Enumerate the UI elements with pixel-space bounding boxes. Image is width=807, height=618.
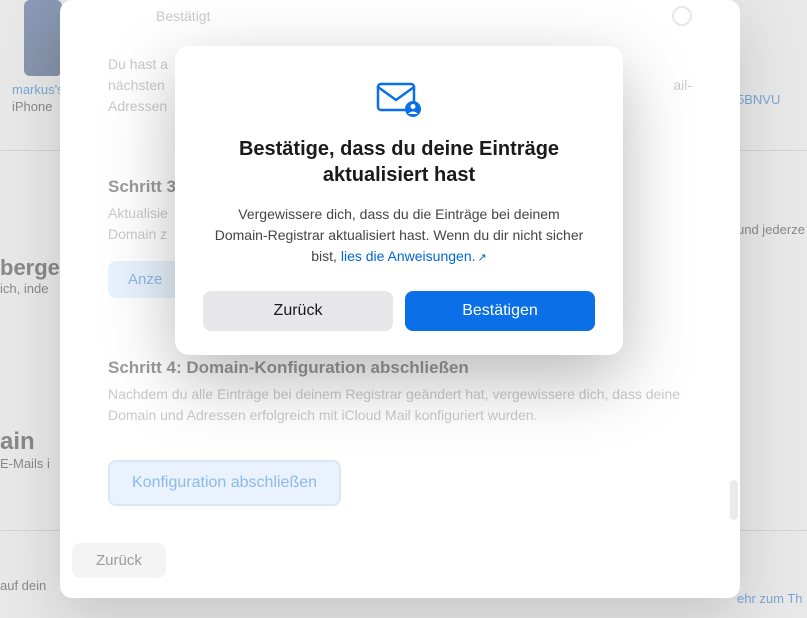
instructions-link[interactable]: lies die Anweisungen.↗ [341,248,487,264]
external-link-icon: ↗ [478,252,487,264]
confirm-button[interactable]: Bestätigen [405,291,595,331]
dialog-body: Vergewissere dich, dass du die Einträge … [203,204,595,267]
mail-user-icon [203,82,595,118]
confirmation-dialog: Bestätige, dass du deine Einträge aktual… [175,46,623,355]
dialog-title: Bestätige, dass du deine Einträge aktual… [203,136,595,188]
cancel-button[interactable]: Zurück [203,291,393,331]
